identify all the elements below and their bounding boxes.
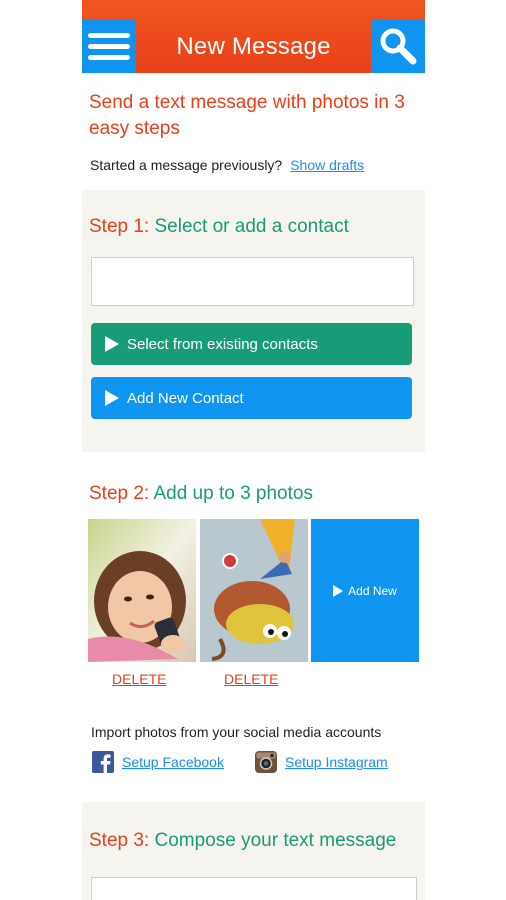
add-new-contact-button[interactable]: Add New Contact: [91, 377, 412, 419]
facebook-icon: [92, 751, 114, 773]
photo-thumbnail[interactable]: [88, 519, 196, 662]
app-header: New Message: [82, 0, 425, 73]
play-arrow-icon: [333, 584, 344, 597]
step2-heading: Step 2: Add up to 3 photos: [89, 483, 313, 505]
add-new-contact-label: Add New Contact: [127, 389, 244, 407]
hamburger-bar: [88, 54, 130, 60]
photo-thumbnail[interactable]: [200, 519, 308, 662]
step1-panel: Step 1: Select or add a contact Select f…: [82, 190, 425, 452]
delete-photo-2-link[interactable]: DELETE: [224, 671, 278, 687]
drafts-row: Started a message previously? Show drafts: [90, 157, 364, 173]
hamburger-menu-icon: [88, 32, 130, 38]
step3-title: Compose your text message: [154, 830, 397, 851]
drafts-prompt: Started a message previously?: [90, 157, 283, 173]
step2-number: Step 2:: [89, 483, 150, 504]
setup-instagram-button[interactable]: Setup Instagram: [255, 751, 388, 773]
cartoon-fish-rider-photo: [200, 519, 308, 662]
step3-number: Step 3:: [89, 830, 150, 851]
intro-headline: Send a text message with photos in 3 eas…: [89, 92, 405, 139]
step2-title: Add up to 3 photos: [153, 483, 313, 504]
setup-instagram-link[interactable]: Setup Instagram: [285, 754, 388, 770]
search-icon: [380, 28, 417, 65]
select-existing-contacts-button[interactable]: Select from existing contacts: [91, 323, 412, 365]
step1-title: Select or add a contact: [154, 216, 349, 237]
girl-selfie-photo: [88, 519, 196, 662]
add-new-photo-label: Add New: [348, 583, 397, 598]
play-arrow-icon: [105, 390, 119, 406]
photo-grid: Add New: [88, 519, 419, 662]
step1-heading: Step 1: Select or add a contact: [89, 216, 349, 238]
page-title: New Message: [176, 33, 331, 60]
step3-panel: Step 3: Compose your text message: [82, 802, 425, 900]
select-existing-contacts-label: Select from existing contacts: [127, 335, 318, 353]
hamburger-bar: [88, 43, 130, 49]
message-input[interactable]: [91, 877, 417, 900]
setup-facebook-link[interactable]: Setup Facebook: [122, 754, 224, 770]
delete-photo-1-link[interactable]: DELETE: [112, 671, 166, 687]
add-new-photo-button[interactable]: Add New: [311, 519, 419, 662]
import-photos-text: Import photos from your social media acc…: [91, 724, 382, 740]
step3-heading: Step 3: Compose your text message: [89, 830, 396, 852]
play-arrow-icon: [105, 336, 119, 352]
step1-number: Step 1:: [89, 216, 150, 237]
instagram-icon: [255, 751, 277, 773]
search-button[interactable]: [371, 19, 425, 73]
app-screen: New Message Send a text message with pho…: [82, 0, 425, 900]
show-drafts-link[interactable]: Show drafts: [290, 157, 364, 173]
contact-input[interactable]: [91, 257, 414, 306]
menu-button[interactable]: [82, 19, 136, 73]
setup-facebook-button[interactable]: Setup Facebook: [92, 751, 224, 773]
